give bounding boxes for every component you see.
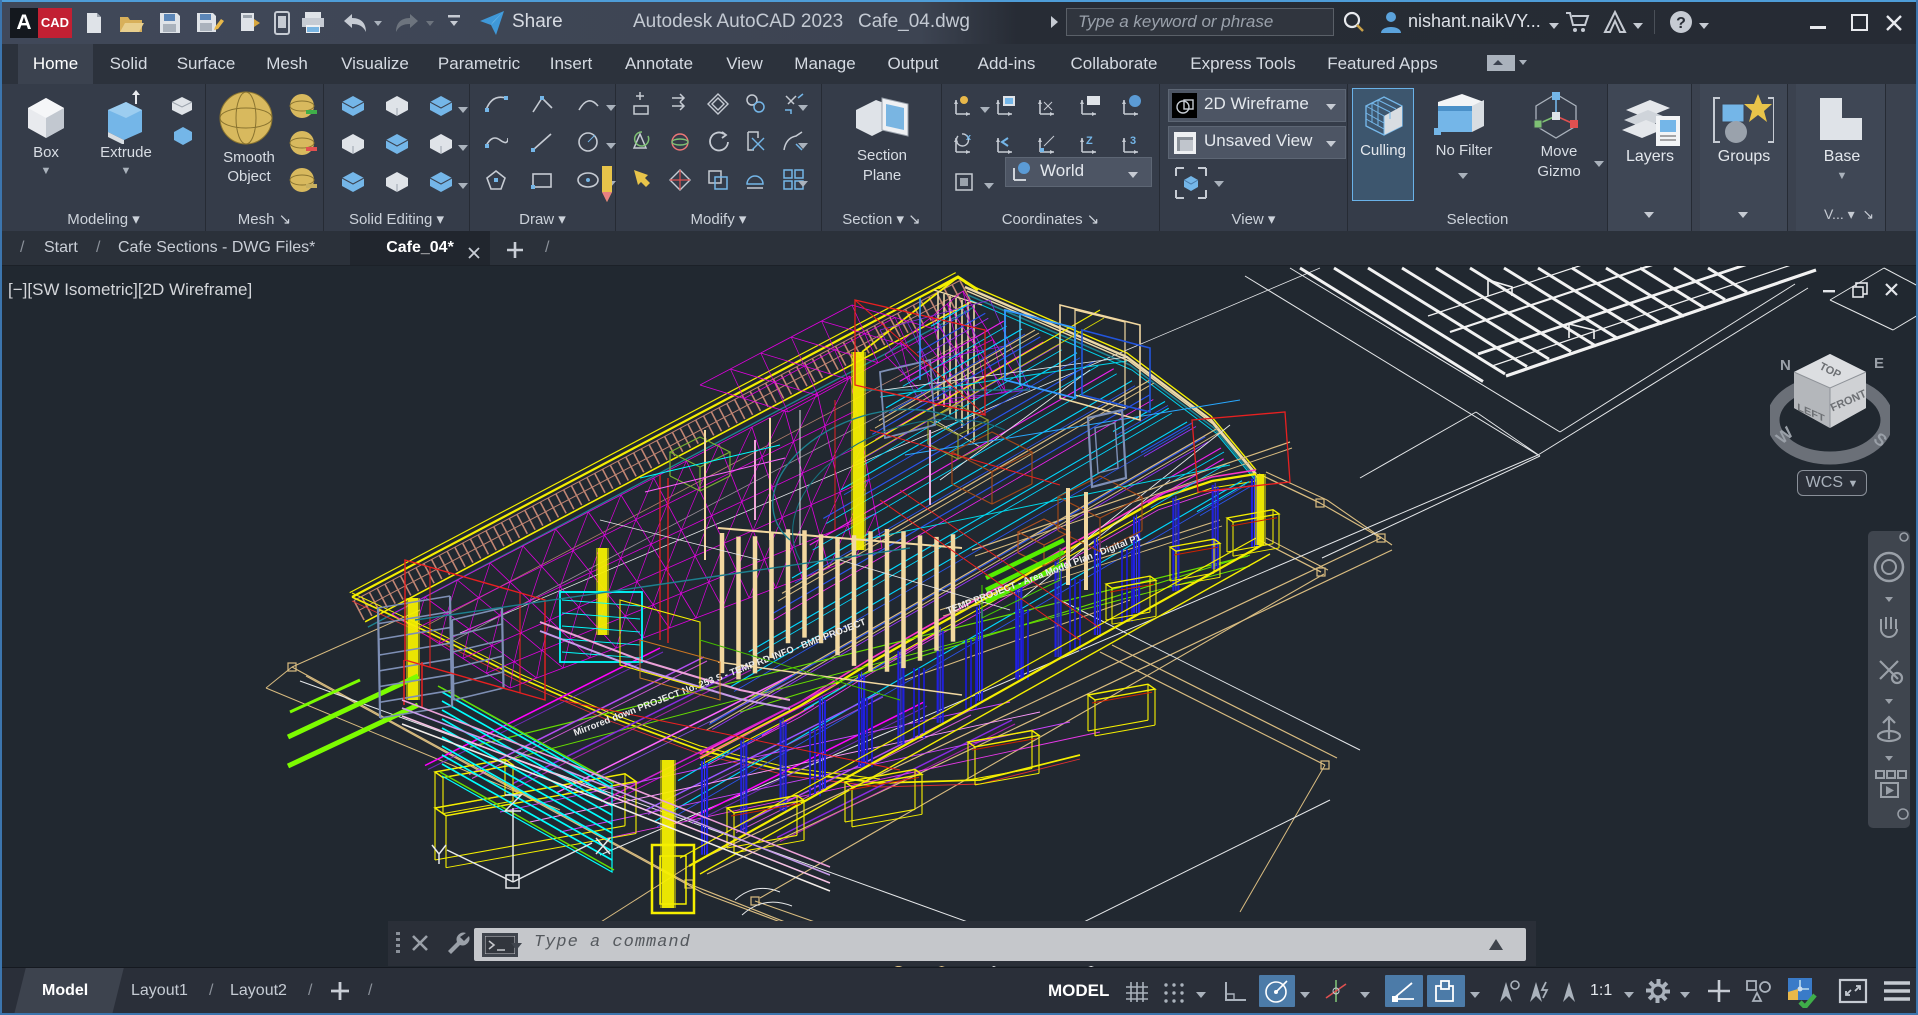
svg-text:E: E	[1874, 355, 1884, 372]
svg-text:3: 3	[1130, 135, 1136, 147]
svg-text:x: x	[966, 132, 971, 142]
svg-text:N: N	[1780, 357, 1791, 374]
svg-text:Z: Z	[1086, 135, 1093, 147]
svg-text:?: ?	[1676, 15, 1686, 32]
